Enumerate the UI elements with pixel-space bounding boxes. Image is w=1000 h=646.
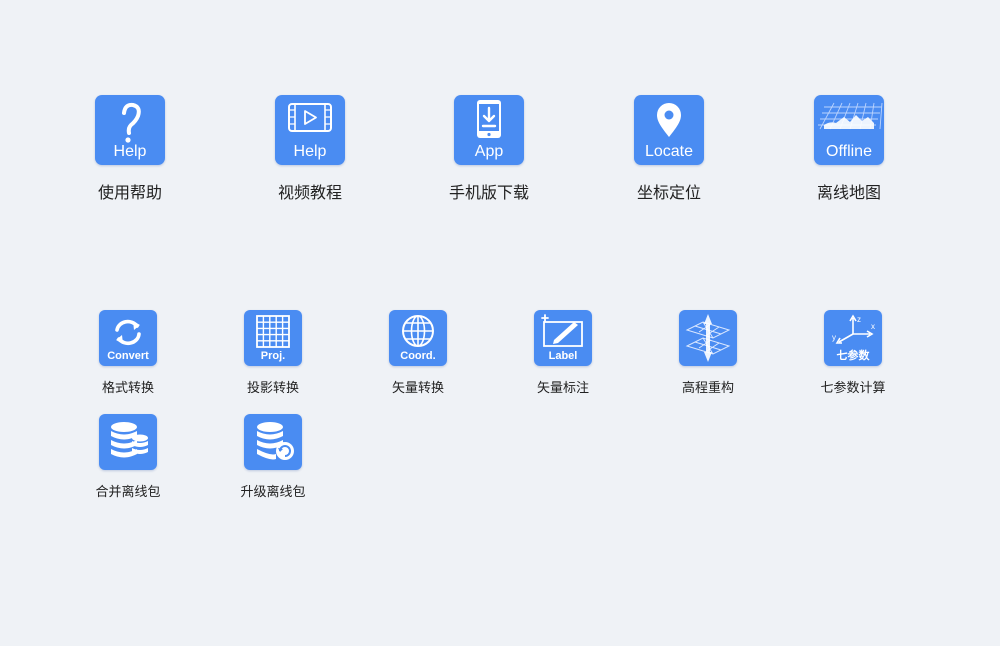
convert-icon-text: Convert [107, 350, 149, 362]
coord-icon-box[interactable]: Coord. [389, 310, 447, 366]
database-icon [111, 422, 148, 458]
svg-text:z: z [857, 315, 861, 324]
tile-upgrade-offline[interactable]: 升级离线包 [241, 414, 306, 500]
offline-icon-box[interactable]: Offline [814, 95, 884, 165]
database-refresh-icon [257, 422, 294, 460]
label-icon-text: Label [548, 350, 578, 362]
video-icon-text: Help [293, 143, 327, 160]
elevation-icon [685, 314, 731, 362]
seven-param-icon-box[interactable]: z x y 七参数 [824, 310, 882, 366]
tile-offline-map[interactable]: Offline 离线地图 [814, 95, 884, 203]
proj-icon-text: Proj. [260, 350, 286, 362]
label-icon-box[interactable]: Label [534, 310, 592, 366]
tile-elevation[interactable]: 高程重构 [679, 310, 737, 396]
tile-video[interactable]: Help 视频教程 [275, 95, 345, 203]
convert-icon-box[interactable]: Convert [99, 310, 157, 366]
upgrade-offline-label: 升级离线包 [240, 485, 306, 500]
vector-label-label: 矢量标注 [536, 381, 589, 396]
tile-app[interactable]: App 手机版下载 [449, 95, 529, 203]
elevation-label: 高程重构 [681, 381, 734, 396]
seven-param-label: 七参数计算 [820, 381, 886, 396]
tile-locate[interactable]: Locate 坐标定位 [634, 95, 704, 203]
app-label: 手机版下载 [449, 183, 530, 202]
locate-label: 坐标定位 [636, 183, 701, 202]
locate-icon-text: Locate [644, 143, 694, 160]
merge-offline-label: 合并离线包 [95, 485, 161, 500]
proj-icon-box[interactable]: Proj. [244, 310, 302, 366]
tile-vector-convert[interactable]: Coord. 矢量转换 [389, 310, 447, 396]
projection-convert-label: 投影转换 [246, 381, 299, 396]
tile-help[interactable]: Help 使用帮助 [95, 95, 165, 203]
seven-param-icon-text: 七参数 [836, 350, 870, 362]
svg-text:y: y [832, 333, 836, 342]
format-convert-label: 格式转换 [101, 381, 154, 396]
help-icon-text: Help [113, 143, 147, 160]
upgrade-icon-box[interactable] [244, 414, 302, 470]
video-label: 视频教程 [277, 183, 342, 202]
merge-icon-box[interactable] [99, 414, 157, 470]
elevation-icon-box[interactable] [679, 310, 737, 366]
help-label: 使用帮助 [97, 183, 162, 202]
tile-format-convert[interactable]: Convert 格式转换 [99, 310, 157, 396]
tile-merge-offline[interactable]: 合并离线包 [96, 414, 161, 500]
coord-icon-text: Coord. [400, 350, 436, 362]
tile-projection-convert[interactable]: Proj. 投影转换 [244, 310, 302, 396]
offline-icon-text: Offline [826, 143, 872, 160]
app-icon-box[interactable]: App [454, 95, 524, 165]
svg-text:x: x [871, 322, 875, 331]
tile-seven-param[interactable]: z x y 七参数 七参数计算 [821, 310, 886, 396]
locate-icon-box[interactable]: Locate [634, 95, 704, 165]
video-icon-box[interactable]: Help [275, 95, 345, 165]
offline-map-label: 离线地图 [816, 183, 881, 202]
vector-convert-label: 矢量转换 [391, 381, 444, 396]
help-icon-box[interactable]: Help [95, 95, 165, 165]
app-icon-text: App [474, 143, 504, 160]
tile-vector-label[interactable]: Label 矢量标注 [534, 310, 592, 396]
